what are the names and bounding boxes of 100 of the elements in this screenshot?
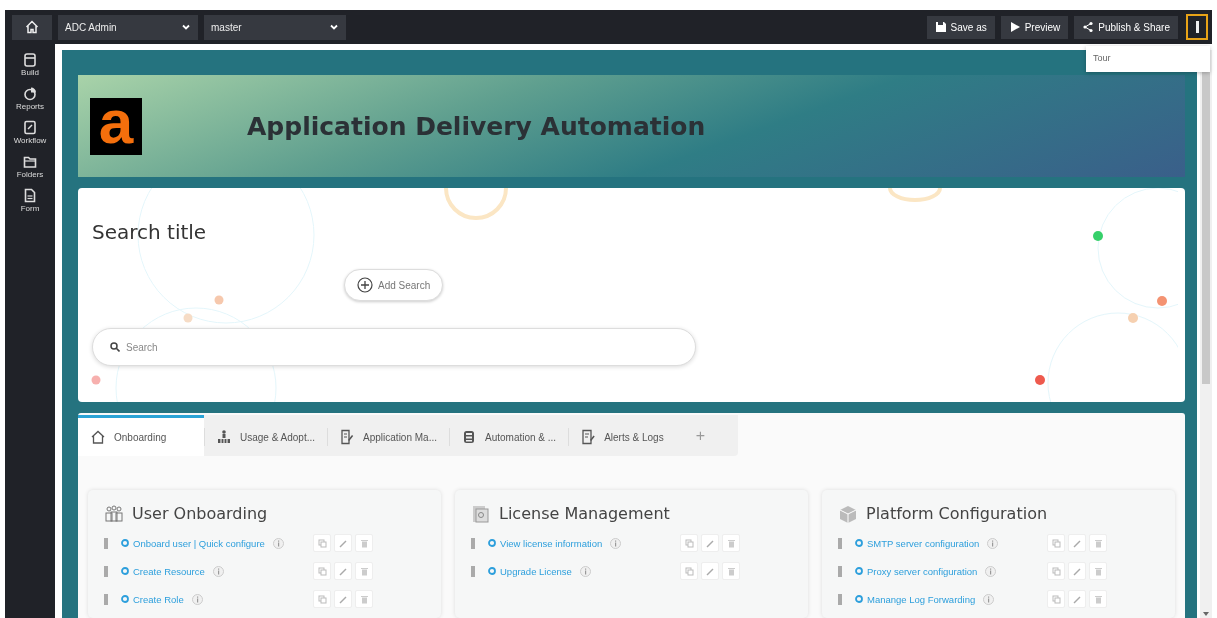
folder-icon [23,154,37,169]
drag-handle[interactable] [104,565,108,577]
scrollbar[interactable] [1200,50,1212,618]
copy-button[interactable] [313,590,331,608]
drag-handle[interactable] [471,537,475,549]
trash-icon [1093,594,1103,604]
circle-icon [855,595,863,603]
pencil-icon [705,538,715,548]
branch-dropdown[interactable]: master [204,14,346,40]
add-search-button[interactable]: Add Search [344,269,444,301]
tab[interactable]: Usage & Adopt... [204,415,328,456]
home-icon [90,429,106,445]
trash-icon [359,566,369,576]
edit-button[interactable] [334,590,352,608]
home-button[interactable] [12,14,52,40]
copy-icon [684,566,694,576]
drag-handle[interactable] [104,593,108,605]
edit-button[interactable] [701,562,719,580]
document-stack-icon [471,504,491,523]
menu-item[interactable]: Tour [1086,50,1210,66]
tab[interactable]: Alerts & Logs [568,415,676,456]
drag-handle[interactable] [838,593,842,605]
plus-circle-icon [357,277,373,293]
card-title: User Onboarding [132,504,268,523]
card-title: License Management [499,504,670,523]
search-title: Search title [92,220,207,244]
edit-button[interactable] [1068,562,1086,580]
copy-button[interactable] [313,534,331,552]
drag-handle[interactable] [838,537,842,549]
delete-button[interactable] [1089,590,1107,608]
chevron-down-icon [182,24,190,30]
info-icon [985,565,997,577]
people-chart-icon [216,429,232,445]
drag-handle[interactable] [104,537,108,549]
tab[interactable]: Automation & ... [449,415,569,456]
circle-icon [121,539,129,547]
share-icon [1082,21,1095,33]
circle-icon [121,595,129,603]
tab[interactable]: Application Ma... [327,415,449,456]
sidebar-item[interactable]: Reports [6,86,54,111]
edit-button[interactable] [334,534,352,552]
copy-button[interactable] [313,562,331,580]
pencil-icon [338,566,348,576]
info-icon [272,537,284,549]
copy-icon [1051,566,1061,576]
play-icon [1008,21,1021,33]
edit-button[interactable] [1068,590,1086,608]
edit-document-icon [339,429,356,445]
pencil-icon [338,538,348,548]
circle-icon [855,567,863,575]
delete-button[interactable] [722,562,740,580]
down-arrow-icon [1203,612,1209,616]
sidebar-item[interactable]: Build [6,52,54,77]
users-icon [104,504,124,523]
copy-button[interactable] [1047,562,1065,580]
sidebar-item[interactable]: Form [6,188,54,213]
delete-button[interactable] [355,534,373,552]
edit-button[interactable] [1068,534,1086,552]
pencil-icon [705,566,715,576]
search-field[interactable]: Search [92,328,696,366]
copy-icon [1051,594,1061,604]
trash-icon [726,566,736,576]
cube-icon [838,504,858,523]
file-icon [23,188,37,203]
info-icon [579,565,591,577]
preview-button[interactable]: Preview [1000,15,1069,39]
logo: a [90,97,142,155]
copy-icon [317,566,327,576]
trash-icon [359,594,369,604]
edit-document-icon [580,429,597,445]
circle-icon [121,567,129,575]
tab[interactable]: Onboarding [78,415,204,456]
delete-button[interactable] [1089,562,1107,580]
publish-share-button[interactable]: Publish & Share [1074,15,1178,39]
trash-icon [726,538,736,548]
trash-icon [359,538,369,548]
save-as-button[interactable]: Save as [926,15,995,39]
info-icon [212,565,224,577]
trash-icon [1093,566,1103,576]
workspace-dropdown[interactable]: ADC Admin [58,14,198,40]
copy-button[interactable] [1047,590,1065,608]
card-title: Platform Configuration [866,504,1048,523]
delete-button[interactable] [355,590,373,608]
edit-button[interactable] [701,534,719,552]
delete-button[interactable] [722,534,740,552]
copy-button[interactable] [680,534,698,552]
sidebar-item[interactable]: Workflow [6,120,54,145]
sidebar-item[interactable]: Folders [6,154,54,179]
info-icon [191,593,203,605]
drag-handle[interactable] [471,565,475,577]
copy-icon [1051,538,1061,548]
delete-button[interactable] [355,562,373,580]
drag-handle[interactable] [838,565,842,577]
info-icon [610,537,622,549]
edit-button[interactable] [334,562,352,580]
more-menu-button[interactable] [1186,14,1208,40]
pencil-icon [1072,594,1082,604]
copy-button[interactable] [680,562,698,580]
copy-button[interactable] [1047,534,1065,552]
delete-button[interactable] [1089,534,1107,552]
